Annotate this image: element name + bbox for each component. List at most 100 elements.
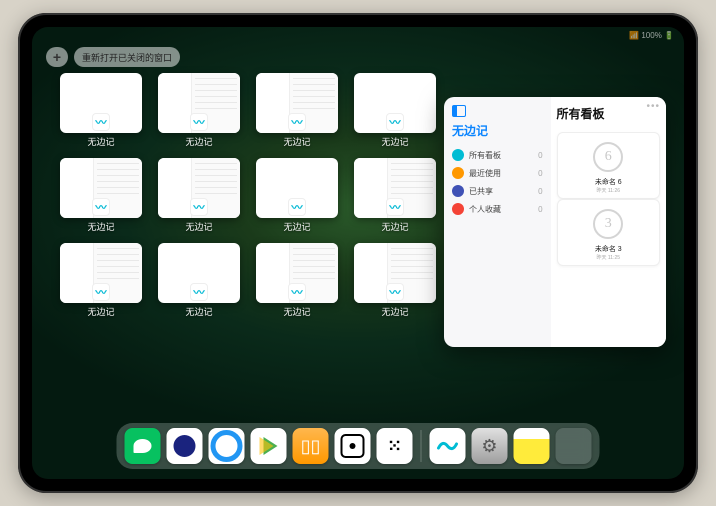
board-preview: 3	[581, 204, 635, 244]
freeform-app-icon: 〰	[386, 283, 404, 301]
sidebar-item[interactable]: 已共享 0	[452, 182, 543, 200]
ipad-device: 📶 100% 🔋 + 重新打开已关闭的窗口 〰无边记〰无边记〰无边记〰无边记〰无…	[18, 13, 698, 493]
add-window-button[interactable]: +	[46, 47, 68, 67]
sidebar-item[interactable]: 最近使用 0	[452, 164, 543, 182]
sidebar-item-count: 0	[538, 151, 542, 160]
window-thumbnail[interactable]: 〰无边记	[256, 243, 338, 318]
sidebar-item-label: 最近使用	[469, 168, 501, 179]
freeform-app-icon: 〰	[288, 198, 306, 216]
category-icon	[452, 167, 464, 179]
app-expose-grid: 〰无边记〰无边记〰无边记〰无边记〰无边记〰无边记〰无边记〰无边记〰无边记〰无边记…	[60, 73, 440, 318]
thumbnail-preview: 〰	[158, 73, 240, 133]
app-library-icon[interactable]	[556, 428, 592, 464]
books-icon[interactable]: ▯▯	[293, 428, 329, 464]
window-thumbnail[interactable]: 〰无边记	[60, 243, 142, 318]
sidebar-item[interactable]: 所有看板 0	[452, 146, 543, 164]
browser2-icon[interactable]	[209, 428, 245, 464]
board-preview: 6	[581, 137, 635, 177]
window-label: 无边记	[185, 220, 212, 233]
thumbnail-preview: 〰	[256, 243, 338, 303]
freeform-app-icon: 〰	[190, 198, 208, 216]
freeform-app-icon: 〰	[92, 283, 110, 301]
window-label: 无边记	[381, 305, 408, 318]
freeform-icon[interactable]	[430, 428, 466, 464]
freeform-app-icon: 〰	[386, 198, 404, 216]
window-thumbnail[interactable]: 〰无边记	[158, 158, 240, 233]
window-thumbnail[interactable]: 〰无边记	[60, 158, 142, 233]
window-label: 无边记	[87, 305, 114, 318]
window-thumbnail[interactable]: 〰无边记	[354, 73, 436, 148]
category-icon	[452, 185, 464, 197]
window-label: 无边记	[283, 135, 310, 148]
board-card[interactable]: 3未命名 3昨天 11:25	[557, 199, 660, 266]
sidebar-item-count: 0	[538, 205, 542, 214]
window-label: 无边记	[87, 135, 114, 148]
play-store-icon[interactable]	[251, 428, 287, 464]
window-label: 无边记	[283, 305, 310, 318]
thumbnail-preview: 〰	[354, 243, 436, 303]
thumbnail-preview: 〰	[158, 243, 240, 303]
freeform-app-icon: 〰	[190, 113, 208, 131]
sidebar-item-count: 0	[538, 187, 542, 196]
dice-icon[interactable]	[335, 428, 371, 464]
window-thumbnail[interactable]: 〰无边记	[158, 243, 240, 318]
window-thumbnail[interactable]: 〰无边记	[256, 73, 338, 148]
board-name: 未命名 6	[595, 177, 622, 187]
plus-icon: +	[53, 49, 61, 65]
thumbnail-preview: 〰	[60, 158, 142, 218]
sidebar-toggle-icon[interactable]	[452, 105, 466, 117]
reopen-label: 重新打开已关闭的窗口	[82, 51, 172, 64]
window-thumbnail[interactable]: 〰无边记	[354, 158, 436, 233]
dock-separator	[421, 430, 422, 462]
thumbnail-preview: 〰	[256, 158, 338, 218]
window-label: 无边记	[381, 135, 408, 148]
settings-icon[interactable]: ⚙	[472, 428, 508, 464]
status-indicators: 📶 100% 🔋	[629, 31, 674, 40]
thumbnail-preview: 〰	[158, 158, 240, 218]
thumbnail-preview: 〰	[354, 158, 436, 218]
category-icon	[452, 149, 464, 161]
freeform-app-icon: 〰	[92, 198, 110, 216]
sidebar-item-label: 所有看板	[469, 150, 501, 161]
freeform-panel[interactable]: ••• 无边记 所有看板0最近使用0已共享0个人收藏0 所有看板 6未命名 6昨…	[444, 97, 666, 347]
browser1-icon[interactable]	[167, 428, 203, 464]
sidebar-item-label: 已共享	[469, 186, 493, 197]
top-controls: + 重新打开已关闭的窗口	[46, 47, 180, 67]
board-timestamp: 昨天 11:25	[597, 254, 621, 261]
panel-content: 所有看板 6未命名 6昨天 11:263未命名 3昨天 11:25	[551, 97, 666, 347]
category-icon	[452, 203, 464, 215]
thumbnail-preview: 〰	[60, 243, 142, 303]
board-name: 未命名 3	[595, 244, 622, 254]
hub-icon[interactable]: ⁙	[377, 428, 413, 464]
window-label: 无边记	[381, 220, 408, 233]
window-thumbnail[interactable]: 〰无边记	[354, 243, 436, 318]
panel-sidebar: 无边记 所有看板0最近使用0已共享0个人收藏0	[444, 97, 551, 347]
reopen-closed-window-button[interactable]: 重新打开已关闭的窗口	[74, 47, 180, 67]
panel-title: 无边记	[452, 122, 543, 139]
dock: ▯▯ ⁙ ⚙	[117, 423, 600, 469]
freeform-app-icon: 〰	[92, 113, 110, 131]
notes-icon[interactable]	[514, 428, 550, 464]
sidebar-item[interactable]: 个人收藏0	[452, 200, 543, 218]
window-thumbnail[interactable]: 〰无边记	[256, 158, 338, 233]
panel-heading: 所有看板	[557, 105, 660, 122]
screen: 📶 100% 🔋 + 重新打开已关闭的窗口 〰无边记〰无边记〰无边记〰无边记〰无…	[32, 27, 684, 479]
window-thumbnail[interactable]: 〰无边记	[158, 73, 240, 148]
board-card[interactable]: 6未命名 6昨天 11:26	[557, 132, 660, 199]
freeform-app-icon: 〰	[288, 113, 306, 131]
more-icon[interactable]: •••	[646, 101, 660, 112]
freeform-app-icon: 〰	[288, 283, 306, 301]
window-label: 无边记	[185, 305, 212, 318]
sidebar-item-count: 0	[538, 169, 542, 178]
wechat-icon[interactable]	[125, 428, 161, 464]
window-thumbnail[interactable]: 〰无边记	[60, 73, 142, 148]
status-bar: 📶 100% 🔋	[629, 31, 674, 40]
board-timestamp: 昨天 11:26	[597, 187, 621, 194]
thumbnail-preview: 〰	[354, 73, 436, 133]
window-label: 无边记	[185, 135, 212, 148]
freeform-app-icon: 〰	[386, 113, 404, 131]
window-label: 无边记	[87, 220, 114, 233]
thumbnail-preview: 〰	[60, 73, 142, 133]
window-label: 无边记	[283, 220, 310, 233]
freeform-app-icon: 〰	[190, 283, 208, 301]
